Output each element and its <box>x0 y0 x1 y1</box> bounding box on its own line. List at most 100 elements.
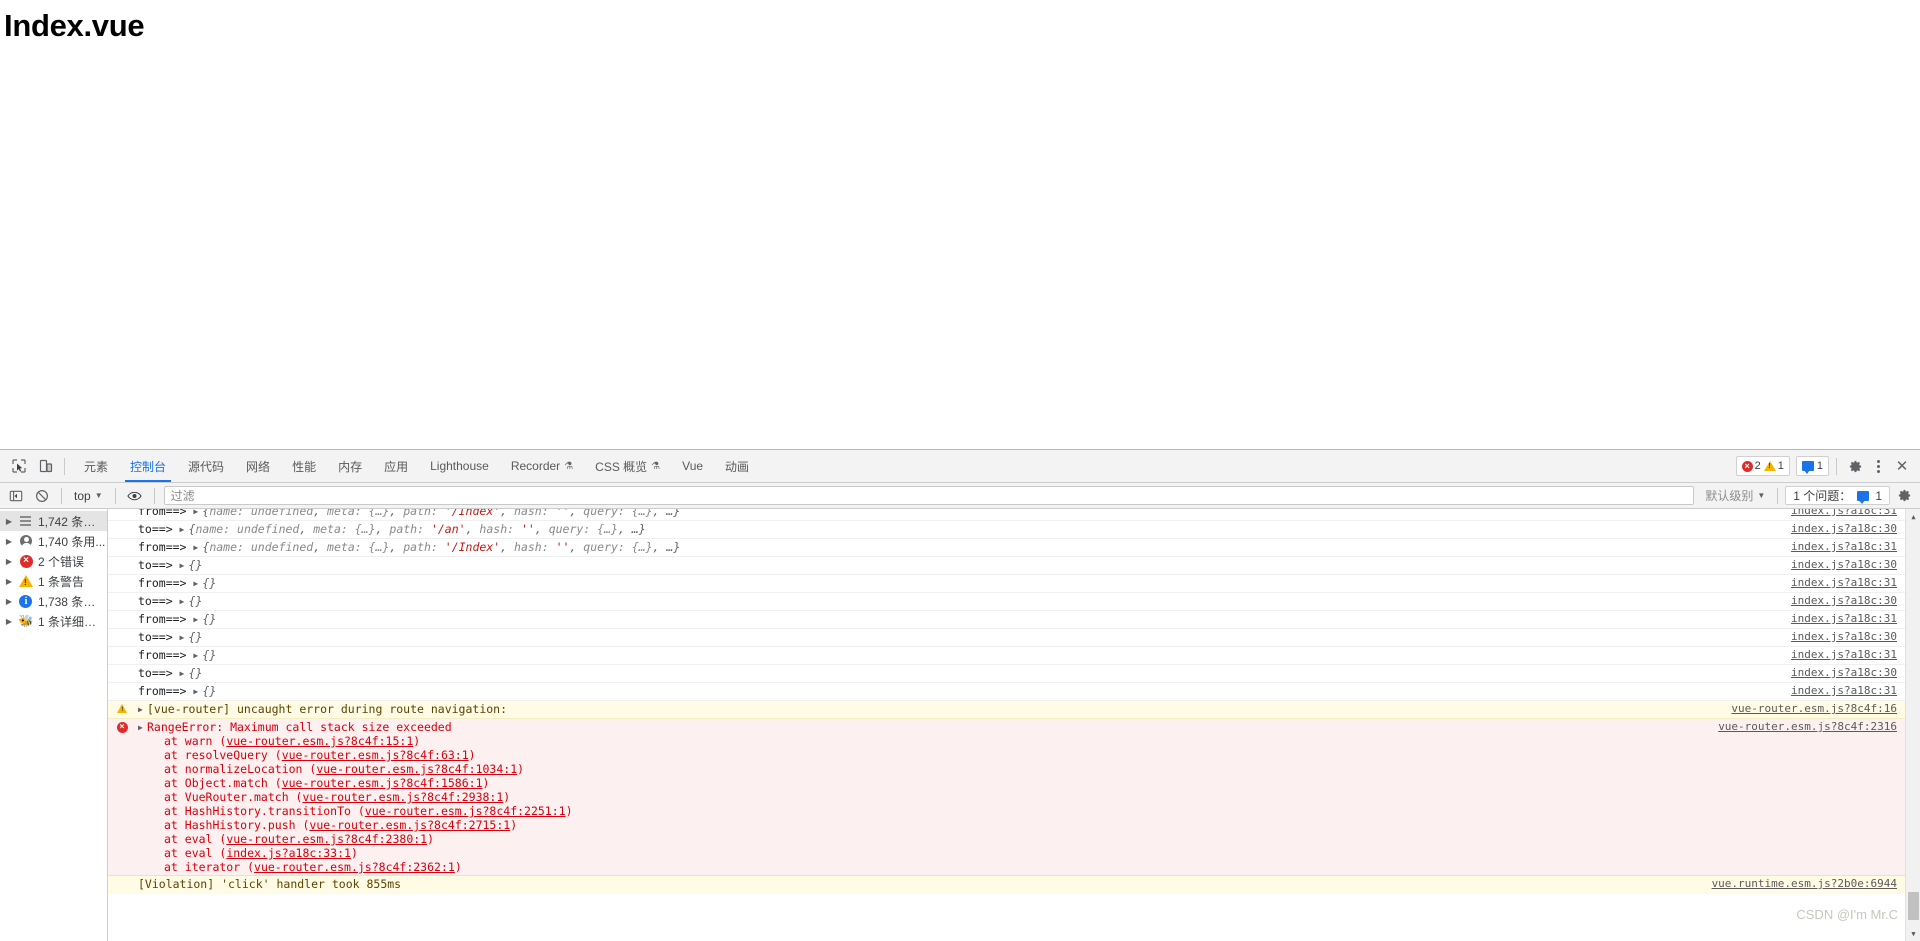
row-gutter <box>114 702 130 713</box>
console-log-row[interactable]: to==> ▶{} index.js?a18c:30 <box>108 557 1905 575</box>
tab-console[interactable]: 控制台 <box>119 450 177 482</box>
console-settings-gear-icon[interactable] <box>1892 485 1916 507</box>
console-log-row[interactable]: to==> ▶{} index.js?a18c:30 <box>108 629 1905 647</box>
console-log-row[interactable]: from==> ▶ {name: undefined, meta: {…}, pa… <box>108 509 1905 521</box>
source-link[interactable]: index.js?a18c:31 <box>1791 540 1905 553</box>
stack-source-link[interactable]: vue-router.esm.js?8c4f:15:1 <box>226 734 413 748</box>
tab-css-overview[interactable]: CSS 概览 ⚗ <box>584 450 671 482</box>
source-link[interactable]: vue.runtime.esm.js?2b0e:6944 <box>1712 877 1905 890</box>
sidebar-item-messages[interactable]: ▶ 1,742 条消息 <box>0 511 107 531</box>
expand-arrow-icon[interactable]: ▶ <box>180 669 189 678</box>
stack-source-link[interactable]: vue-router.esm.js?8c4f:1586:1 <box>282 776 483 790</box>
stack-source-link[interactable]: vue-router.esm.js?8c4f:2251:1 <box>365 804 566 818</box>
source-link[interactable]: index.js?a18c:31 <box>1791 684 1905 697</box>
expand-arrow-icon[interactable]: ▶ <box>180 633 189 642</box>
stack-source-link[interactable]: index.js?a18c:33:1 <box>226 846 351 860</box>
gear-icon[interactable] <box>1844 455 1866 477</box>
inspect-element-icon[interactable] <box>5 453 32 479</box>
sidebar-item-errors[interactable]: ▶ × 2 个错误 <box>0 551 107 571</box>
console-log-row[interactable]: from==> ▶{} index.js?a18c:31 <box>108 611 1905 629</box>
console-sidebar-toggle-icon[interactable] <box>4 485 28 507</box>
tab-label: 元素 <box>84 459 109 474</box>
chevron-right-icon[interactable]: ▶ <box>4 577 14 586</box>
stack-source-link[interactable]: vue-router.esm.js?8c4f:63:1 <box>282 748 469 762</box>
console-error-row[interactable]: × ▶ RangeError: Maximum call stack size ex… <box>108 719 1905 876</box>
console-log-row[interactable]: from==> ▶{} index.js?a18c:31 <box>108 647 1905 665</box>
clear-console-icon[interactable] <box>30 485 54 507</box>
chevron-right-icon[interactable]: ▶ <box>4 537 14 546</box>
log-level-selector[interactable]: 默认级别 ▼ <box>1700 486 1770 505</box>
kebab-menu-icon[interactable] <box>1868 455 1888 477</box>
row-gutter: × <box>114 720 130 733</box>
console-log-row[interactable]: to==> ▶{} index.js?a18c:30 <box>108 593 1905 611</box>
source-link[interactable]: vue-router.esm.js?8c4f:2316 <box>1718 720 1905 733</box>
error-count: 2 <box>1754 460 1761 472</box>
stack-source-link[interactable]: vue-router.esm.js?8c4f:2380:1 <box>226 832 427 846</box>
tab-sources[interactable]: 源代码 <box>177 450 235 482</box>
error-message: ▶ RangeError: Maximum call stack size exc… <box>130 720 1718 874</box>
tab-animations[interactable]: 动画 <box>714 450 760 482</box>
tab-lighthouse[interactable]: Lighthouse <box>419 450 500 482</box>
source-link[interactable]: vue-router.esm.js?8c4f:16 <box>1731 702 1905 715</box>
source-link[interactable]: index.js?a18c:30 <box>1791 558 1905 571</box>
source-link[interactable]: index.js?a18c:31 <box>1791 576 1905 589</box>
expand-arrow-icon[interactable]: ▶ <box>138 705 147 714</box>
console-log-row[interactable]: from==> ▶{} index.js?a18c:31 <box>108 575 1905 593</box>
tab-application[interactable]: 应用 <box>373 450 419 482</box>
source-link[interactable]: index.js?a18c:31 <box>1791 612 1905 625</box>
live-expression-icon[interactable] <box>123 485 147 507</box>
console-log-row[interactable]: to==> ▶ {name: undefined, meta: {…}, path… <box>108 521 1905 539</box>
warning-message: ▶ [vue-router] uncaught error during rout… <box>138 702 508 716</box>
tab-memory[interactable]: 内存 <box>327 450 373 482</box>
stack-source-link[interactable]: vue-router.esm.js?8c4f:1034:1 <box>316 762 517 776</box>
console-filter-input[interactable] <box>163 486 1695 505</box>
execution-context-selector[interactable]: top ▼ <box>69 488 108 504</box>
warning-counter[interactable]: 1 <box>1763 460 1784 472</box>
sidebar-item-user-messages[interactable]: ▶ 1,740 条用... <box>0 531 107 551</box>
scroll-down-arrow-icon[interactable]: ▼ <box>1906 926 1920 941</box>
console-output[interactable]: from==> ▶ {name: undefined, meta: {…}, pa… <box>108 509 1920 941</box>
scroll-up-arrow-icon[interactable]: ▲ <box>1906 509 1920 524</box>
web-page-viewport: Index.vue <box>0 0 1920 449</box>
tab-network[interactable]: 网络 <box>235 450 281 482</box>
expand-arrow-icon[interactable]: ▶ <box>138 723 147 732</box>
source-link[interactable]: index.js?a18c:30 <box>1791 522 1905 535</box>
log-message: from==> ▶{} <box>138 648 217 662</box>
issues-pill[interactable]: 1 个问题： 1 <box>1785 486 1890 505</box>
sidebar-item-warnings[interactable]: ▶ 1 条警告 <box>0 571 107 591</box>
issue-counters[interactable]: × 2 1 <box>1735 456 1790 476</box>
source-link[interactable]: index.js?a18c:30 <box>1791 666 1905 679</box>
chevron-right-icon[interactable]: ▶ <box>4 557 14 566</box>
console-scrollbar[interactable]: ▲ ▼ <box>1905 509 1920 941</box>
tab-vue[interactable]: Vue <box>671 450 714 482</box>
stack-source-link[interactable]: vue-router.esm.js?8c4f:2938:1 <box>302 790 503 804</box>
tab-elements[interactable]: 元素 <box>73 450 119 482</box>
log-message: from==> ▶{} <box>138 684 217 698</box>
tab-performance[interactable]: 性能 <box>281 450 327 482</box>
expand-arrow-icon[interactable]: ▶ <box>180 525 189 534</box>
source-link[interactable]: index.js?a18c:30 <box>1791 594 1905 607</box>
error-counter[interactable]: × 2 <box>1741 460 1761 472</box>
sidebar-item-info[interactable]: ▶ i 1,738 条信息 <box>0 591 107 611</box>
expand-arrow-icon[interactable]: ▶ <box>180 597 189 606</box>
console-log-row[interactable]: from==> ▶{} index.js?a18c:31 <box>108 683 1905 701</box>
sidebar-item-verbose[interactable]: ▶ 🐝 1 条详细消息 <box>0 611 107 631</box>
console-log-row[interactable]: to==> ▶{} index.js?a18c:30 <box>108 665 1905 683</box>
console-warning-row[interactable]: ▶[vue-router] uncaught error during rout… <box>108 701 1905 719</box>
chevron-right-icon[interactable]: ▶ <box>4 517 14 526</box>
device-toolbar-icon[interactable] <box>32 453 59 479</box>
close-icon[interactable]: ✕ <box>1890 455 1914 477</box>
chevron-right-icon[interactable]: ▶ <box>4 597 14 606</box>
source-link[interactable]: index.js?a18c:31 <box>1791 648 1905 661</box>
stack-source-link[interactable]: vue-router.esm.js?8c4f:2715:1 <box>309 818 510 832</box>
source-link[interactable]: index.js?a18c:31 <box>1791 509 1905 517</box>
scrollbar-thumb[interactable] <box>1908 892 1919 920</box>
stack-source-link[interactable]: vue-router.esm.js?8c4f:2362:1 <box>254 860 455 874</box>
console-violation-row[interactable]: [Violation] 'click' handler took 855ms vu… <box>108 876 1905 894</box>
source-link[interactable]: index.js?a18c:30 <box>1791 630 1905 643</box>
tab-recorder[interactable]: Recorder ⚗ <box>500 450 584 482</box>
console-log-row[interactable]: from==> ▶ {name: undefined, meta: {…}, pa… <box>108 539 1905 557</box>
message-counter[interactable]: 1 <box>1795 456 1829 476</box>
chevron-right-icon[interactable]: ▶ <box>4 617 14 626</box>
expand-arrow-icon[interactable]: ▶ <box>180 561 189 570</box>
